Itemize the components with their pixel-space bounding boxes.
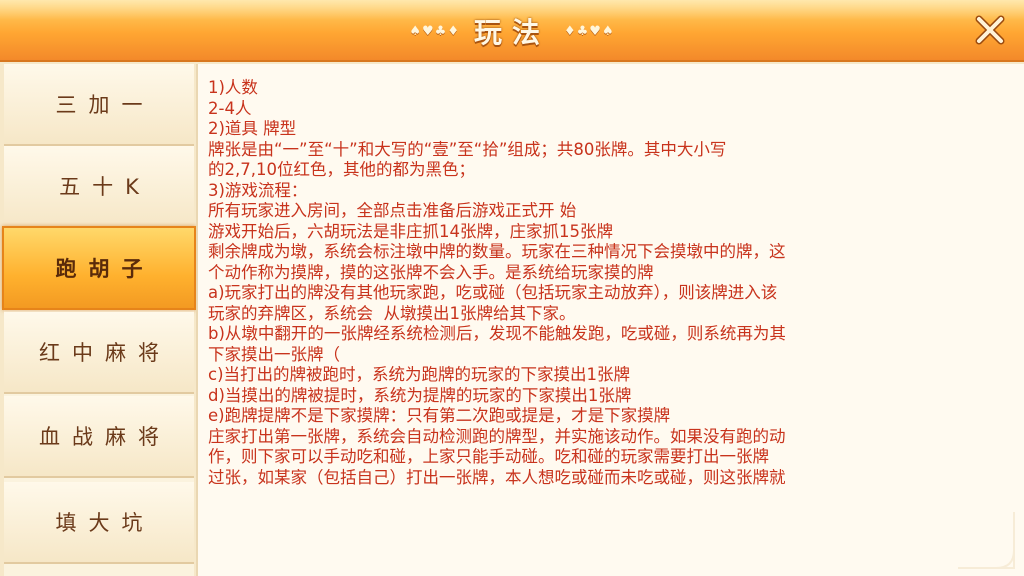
rule-line: 3)游戏流程： [208,180,308,200]
rule-line: d)当摸出的牌被提时，系统为提牌的玩家的下家摸出1张牌 [208,385,632,405]
rule-line: 过张，如某家（包括自己）打出一张牌，本人想吃或碰而未吃或碰，则这张牌就 [208,467,786,487]
tab-pao-hu-zi[interactable]: 跑胡子 [2,226,196,310]
rule-line: 1)人数 [208,78,258,97]
rule-line: 玩家的弃牌区，系统会 从墩摸出1张牌给其下家。 [208,303,576,323]
game-mode-sidebar: 三加一 五十K 跑胡子 红中麻将 血战麻将 填大坑 [2,64,196,576]
tab-san-jia-yi[interactable]: 三加一 [4,64,194,146]
tab-wu-shi-k[interactable]: 五十K [4,146,194,228]
rule-line: 个动作称为摸牌，摸的这张牌不会入手。是系统给玩家摸的牌 [208,262,654,282]
rules-panel[interactable]: 1)人数 2-4人 2)道具 牌型 牌张是由“一”至“十”和大写的“壹”至“拾”组成；… [196,64,1024,576]
rule-line: 牌张是由“一”至“十”和大写的“壹”至“拾”组成；共80张牌。其中大小写 [208,139,727,159]
close-button[interactable] [970,10,1010,50]
tab-label: 红中麻将 [39,341,171,365]
title-bar: ♠♥♣♦ 玩法 ♦♣♥♠ [0,0,1024,62]
tab-label: 填大坑 [55,511,155,535]
rule-line: 作，则下家可以手动吃和碰，上家只能手动碰。吃和碰的玩家需要打出一张牌 [208,447,769,466]
rule-line: 2)道具 牌型 [208,119,297,138]
tab-label: 三加一 [55,93,155,117]
tab-tian-da-keng[interactable]: 填大坑 [4,482,194,564]
corner-flourish-icon [958,512,1015,569]
tab-hong-zhong-ma-jiang[interactable]: 红中麻将 [4,312,194,394]
rule-line: a)玩家打出的牌没有其他玩家跑，吃或碰（包括玩家主动放弃），则该牌进入该 [208,283,778,302]
rule-line: 的2,7,10位红色，其他的都为黑色； [208,160,475,179]
rule-line: c)当打出的牌被跑时，系统为跑牌的玩家的下家摸出1张牌 [208,365,631,384]
rules-text: 1)人数 2-4人 2)道具 牌型 牌张是由“一”至“十”和大写的“壹”至“拾”组成；… [208,78,1018,488]
close-icon [975,15,1005,45]
tab-xue-zhan-ma-jiang[interactable]: 血战麻将 [4,396,194,478]
rule-line: e)跑牌提牌不是下家摸牌：只有第二次跑或提是，才是下家摸牌 [208,406,671,425]
rule-line: 游戏开始后，六胡玩法是非庄抓14张牌，庄家抓15张牌 [208,221,613,241]
tab-label: 跑胡子 [55,257,155,281]
rule-line: b)从墩中翻开的一张牌经系统检测后，发现不能触发跑，吃或碰，则系统再为其 [208,324,786,343]
suit-ornament-right: ♦♣♥♠ [564,23,615,39]
tab-label: 五十K [59,175,151,199]
rule-line: 庄家打出第一张牌，系统会自动检测跑的牌型，并实施该动作。如果没有跑的动 [208,426,786,446]
title-group: ♠♥♣♦ 玩法 ♦♣♥♠ [0,12,1024,50]
page-title: 玩法 [473,16,550,49]
suit-ornament-left: ♠♥♣♦ [409,23,460,39]
rule-line: 2-4人 [208,98,252,118]
rule-line: 下家摸出一张牌（ [208,344,340,364]
rule-line: 所有玩家进入房间，全部点击准备后游戏正式开 始 [208,201,577,220]
tab-label: 血战麻将 [39,425,171,449]
rule-line: 剩余牌成为墩，系统会标注墩中牌的数量。玩家在三种情况下会摸墩中的牌，这 [208,242,786,261]
